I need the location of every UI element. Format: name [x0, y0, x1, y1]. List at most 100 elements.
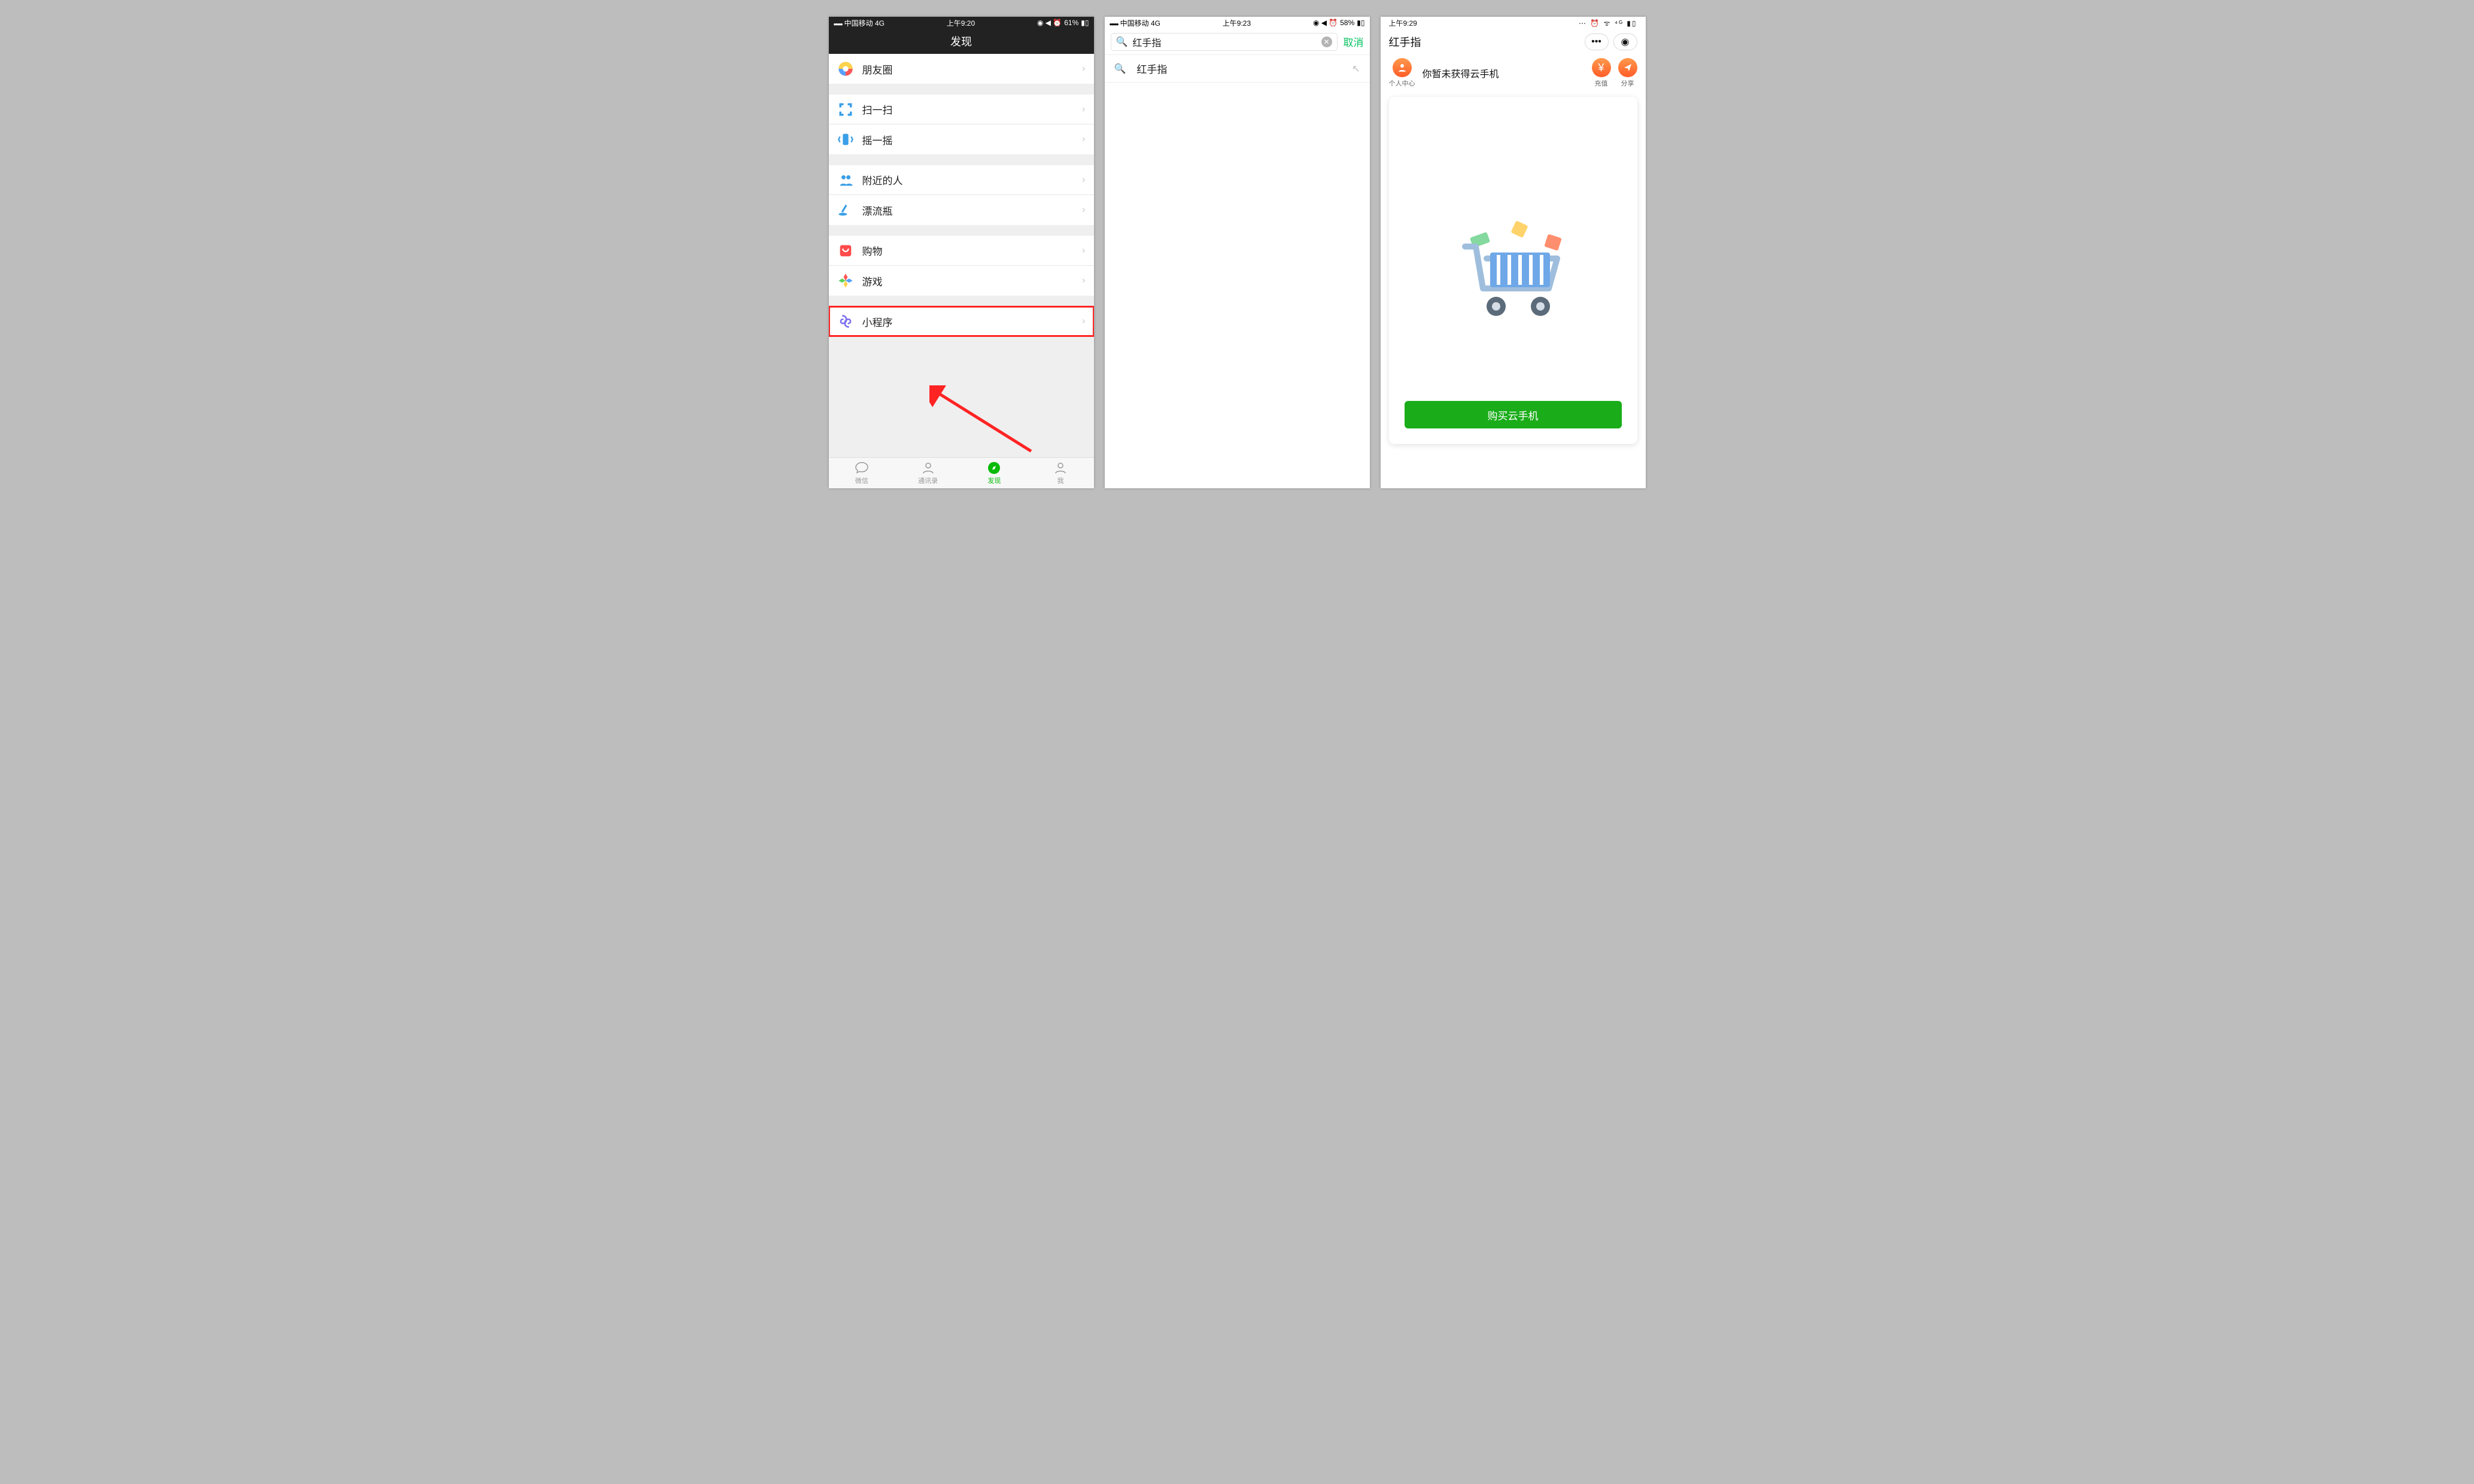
row-shop[interactable]: 购物 › — [829, 236, 1094, 266]
row-label: 摇一摇 — [862, 132, 1083, 147]
row-label: 购物 — [862, 243, 1083, 258]
tab-contacts[interactable]: 通讯录 — [895, 458, 961, 488]
moments-icon — [837, 60, 854, 77]
row-label: 小程序 — [862, 314, 1083, 329]
tab-label: 发现 — [987, 476, 1001, 485]
menu-button[interactable]: ••• — [1585, 34, 1609, 50]
row-label: 扫一扫 — [862, 102, 1083, 117]
button-label: 分享 — [1621, 78, 1634, 88]
bottle-icon — [837, 202, 854, 218]
nav-bar: 发现 — [829, 29, 1094, 54]
search-bar: 🔍 红手指 ✕ 取消 — [1105, 29, 1370, 55]
search-icon: 🔍 — [1114, 63, 1126, 75]
section-moments: 朋友圈 › — [829, 54, 1094, 84]
me-icon — [1053, 461, 1068, 475]
clock-text: 上午9:20 — [947, 18, 975, 28]
section-nearby-bottle: 附近的人 › 漂流瓶 › — [829, 165, 1094, 225]
phone-discover: 中国移动 4G 上午9:20 ◉ ◀ ⏰61%▮▯ 发现 朋友圈 › 扫一扫 ›… — [829, 17, 1094, 488]
search-result-row[interactable]: 🔍 红手指 ↖ — [1105, 55, 1370, 83]
section-shop-game: 购物 › 游戏 › — [829, 236, 1094, 296]
row-game[interactable]: 游戏 › — [829, 266, 1094, 296]
tab-wechat[interactable]: 微信 — [829, 458, 895, 488]
scan-icon — [837, 101, 854, 118]
battery-text: 61% — [1064, 19, 1078, 27]
tab-label: 通讯录 — [918, 476, 938, 485]
clear-icon[interactable]: ✕ — [1321, 37, 1332, 47]
chevron-right-icon: › — [1082, 134, 1085, 145]
status-bar: 上午9:29 ⋯ ⏰ ᯤ ⁴ᴳ ▮▯ — [1381, 17, 1646, 29]
compass-icon — [987, 461, 1001, 475]
page-title: 红手指 — [1389, 34, 1421, 50]
row-label: 附近的人 — [862, 172, 1083, 187]
status-icons: ◉ ◀ ⏰ — [1313, 19, 1338, 27]
tab-label: 我 — [1057, 476, 1064, 485]
close-button[interactable]: ◉ — [1613, 34, 1637, 50]
clock-text: 上午9:23 — [1223, 18, 1251, 28]
search-icon: 🔍 — [1116, 36, 1128, 48]
empty-card: 购买云手机 — [1389, 97, 1637, 444]
battery-text: 58% — [1340, 19, 1354, 27]
chevron-right-icon: › — [1082, 316, 1085, 327]
status-bar: 中国移动 4G 上午9:20 ◉ ◀ ⏰61%▮▯ — [829, 17, 1094, 29]
recharge-button[interactable]: ¥ 充值 — [1592, 58, 1611, 88]
nearby-icon — [837, 172, 854, 188]
row-label: 漂流瓶 — [862, 203, 1083, 218]
chevron-right-icon: › — [1082, 245, 1085, 256]
status-bar: 中国移动 4G 上午9:23 ◉ ◀ ⏰58%▮▯ — [1105, 17, 1370, 29]
row-moments[interactable]: 朋友圈 › — [829, 54, 1094, 84]
row-label: 游戏 — [862, 273, 1083, 288]
miniprogram-nav: 红手指 ••• ◉ — [1381, 29, 1646, 55]
chevron-right-icon: › — [1082, 63, 1085, 74]
section-miniprogram: 小程序 › — [829, 306, 1094, 336]
share-button[interactable]: 分享 — [1618, 58, 1637, 88]
battery-icon: ▮▯ — [1081, 19, 1089, 27]
chevron-right-icon: › — [1082, 104, 1085, 115]
result-text: 红手指 — [1136, 61, 1341, 76]
location-icon: ◉ ◀ ⏰ — [1037, 19, 1062, 27]
status-icons: ⋯ ⏰ ᯤ ⁴ᴳ ▮▯ — [1579, 18, 1637, 28]
row-bottle[interactable]: 漂流瓶 › — [829, 195, 1094, 225]
search-input[interactable]: 🔍 红手指 ✕ — [1111, 33, 1338, 51]
page-title: 发现 — [950, 34, 972, 49]
carrier-text: 中国移动 4G — [1120, 19, 1160, 28]
clock-text: 上午9:29 — [1389, 18, 1417, 28]
capsule-bar: ••• ◉ — [1585, 34, 1637, 50]
tab-label: 微信 — [855, 476, 868, 485]
row-nearby[interactable]: 附近的人 › — [829, 165, 1094, 195]
cart-illustration — [1447, 211, 1579, 330]
game-icon — [837, 272, 854, 289]
row-scan[interactable]: 扫一扫 › — [829, 95, 1094, 124]
phone-search: 中国移动 4G 上午9:23 ◉ ◀ ⏰58%▮▯ 🔍 红手指 ✕ 取消 🔍 红… — [1105, 17, 1370, 488]
tab-discover[interactable]: 发现 — [961, 458, 1028, 488]
tab-me[interactable]: 我 — [1028, 458, 1094, 488]
top-actions-row: 个人中心 你暂未获得云手机 ¥ 充值 分享 — [1381, 55, 1646, 91]
search-query-text: 红手指 — [1132, 35, 1316, 49]
discover-body: 朋友圈 › 扫一扫 › 摇一摇 › 附近的人 › — [829, 54, 1094, 457]
row-label: 朋友圈 — [862, 62, 1083, 77]
chat-icon — [855, 461, 869, 475]
shop-icon — [837, 242, 854, 259]
carrier-text: 中国移动 4G — [844, 19, 885, 28]
shake-icon — [837, 131, 854, 148]
profile-button[interactable]: 个人中心 — [1389, 58, 1415, 88]
chevron-right-icon: › — [1082, 205, 1085, 215]
row-shake[interactable]: 摇一摇 › — [829, 124, 1094, 154]
empty-message: 你暂未获得云手机 — [1423, 66, 1585, 80]
contacts-icon — [921, 461, 935, 475]
chevron-right-icon: › — [1082, 175, 1085, 186]
button-label: 购买云手机 — [1488, 408, 1539, 422]
battery-icon: ▮▯ — [1357, 19, 1364, 27]
button-label: 充值 — [1595, 78, 1608, 88]
person-icon — [1393, 58, 1412, 77]
tab-bar: 微信 通讯录 发现 我 — [829, 457, 1094, 488]
buy-button[interactable]: 购买云手机 — [1405, 401, 1622, 428]
section-scan-shake: 扫一扫 › 摇一摇 › — [829, 95, 1094, 154]
row-miniprogram[interactable]: 小程序 › — [829, 306, 1094, 336]
chevron-right-icon: › — [1082, 275, 1085, 286]
yen-icon: ¥ — [1592, 58, 1611, 77]
phone-miniprogram: 上午9:29 ⋯ ⏰ ᯤ ⁴ᴳ ▮▯ 红手指 ••• ◉ 个人中心 你暂未获得云… — [1381, 17, 1646, 488]
cancel-button[interactable]: 取消 — [1344, 34, 1364, 49]
miniprogram-icon — [837, 313, 854, 330]
arrow-upleft-icon[interactable]: ↖ — [1352, 63, 1360, 75]
share-icon — [1618, 58, 1637, 77]
